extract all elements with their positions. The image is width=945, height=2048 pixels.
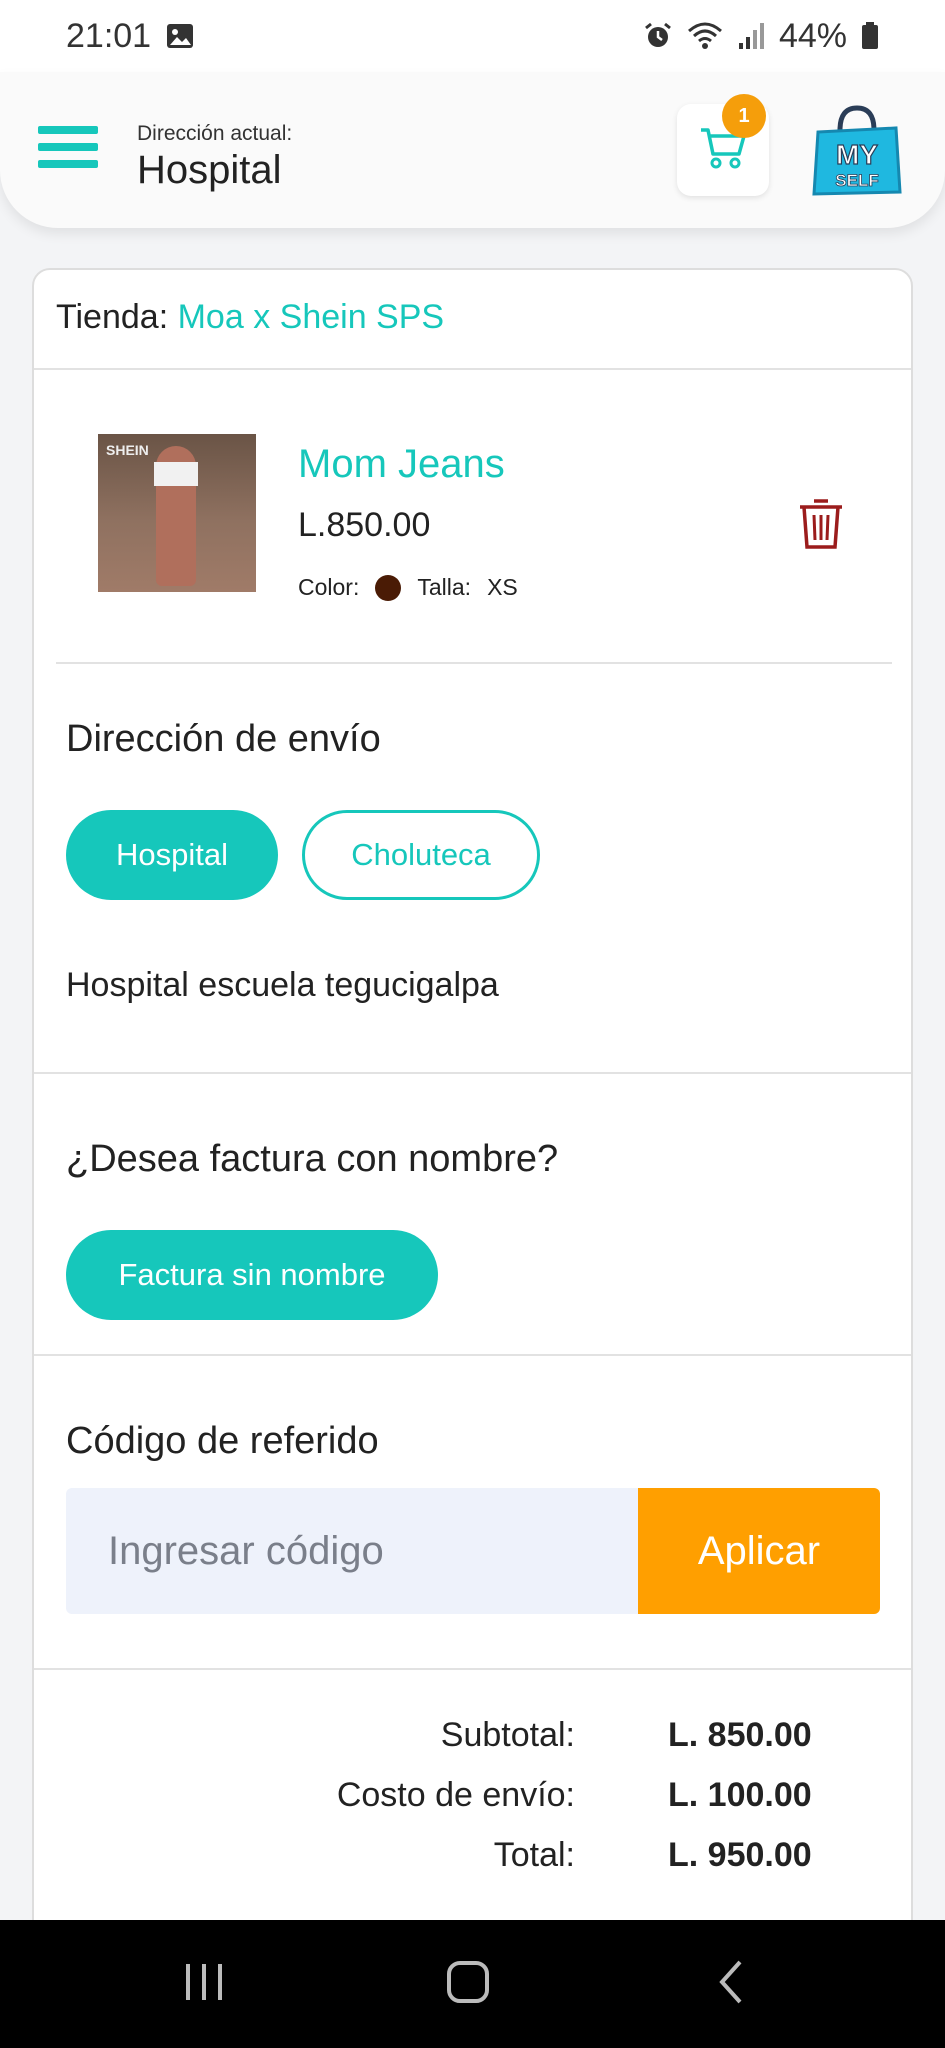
color-swatch — [375, 574, 402, 601]
shipping-cost-row: Costo de envío: L. 100.00 — [34, 1776, 911, 1830]
store-row: Tienda: Moa x Shein SPS — [56, 298, 444, 337]
status-bar: 21:01 44% — [0, 0, 945, 72]
shipping-cost-label: Costo de envío: — [336, 1776, 575, 1814]
status-time: 21:01 — [66, 16, 152, 55]
invoice-title: ¿Desea factura con nombre? — [66, 1138, 559, 1180]
alarm-icon — [643, 21, 673, 51]
product-name[interactable]: Mom Jeans — [298, 442, 505, 487]
divider — [34, 368, 911, 370]
subtotal-row: Subtotal: L. 850.00 — [34, 1716, 911, 1770]
menu-icon[interactable] — [38, 126, 98, 172]
divider — [34, 1668, 911, 1670]
address-chip-hospital[interactable]: Hospital — [66, 810, 278, 900]
back-icon[interactable] — [716, 1958, 746, 2011]
shipping-address-detail: Hospital escuela tegucigalpa — [66, 966, 499, 1004]
system-nav-bar — [0, 1920, 945, 2048]
image-icon — [165, 21, 195, 51]
battery-percent: 44% — [778, 16, 847, 55]
divider — [56, 662, 892, 664]
address-chip-choluteca[interactable]: Choluteca — [302, 810, 540, 900]
total-label: Total: — [493, 1836, 575, 1874]
referral-code-input[interactable] — [66, 1488, 638, 1614]
signal-icon — [737, 21, 765, 51]
divider — [34, 1072, 911, 1074]
total-value: L. 950.00 — [668, 1836, 812, 1874]
subtotal-label: Subtotal: — [440, 1716, 575, 1754]
wifi-icon — [687, 21, 723, 51]
subtotal-value: L. 850.00 — [668, 1716, 812, 1754]
shipping-cost-value: L. 100.00 — [668, 1776, 812, 1814]
divider — [34, 1354, 911, 1356]
color-label: Color: — [298, 574, 360, 600]
total-row: Total: L. 950.00 — [34, 1836, 911, 1890]
svg-text:MY: MY — [836, 139, 878, 170]
invoice-no-name-button[interactable]: Factura sin nombre — [66, 1230, 438, 1320]
home-icon[interactable] — [446, 1960, 490, 2009]
product-image[interactable]: SHEIN — [98, 434, 256, 592]
cart-count-badge: 1 — [722, 94, 766, 138]
product-attributes: Color: Talla: XS — [298, 574, 518, 601]
cart-card: Tienda: Moa x Shein SPS SHEIN Mom Jeans … — [32, 268, 913, 2028]
shipping-title: Dirección de envío — [66, 718, 381, 760]
current-address-value[interactable]: Hospital — [137, 148, 282, 193]
product-price: L.850.00 — [298, 506, 431, 544]
svg-text:SELF: SELF — [835, 171, 878, 190]
trash-icon[interactable] — [798, 496, 844, 555]
referral-title: Código de referido — [66, 1420, 379, 1462]
size-value: XS — [487, 574, 518, 600]
apply-button[interactable]: Aplicar — [638, 1488, 880, 1614]
battery-icon — [861, 21, 879, 51]
size-label: Talla: — [417, 574, 472, 600]
store-label: Tienda: — [56, 298, 169, 336]
app-header: Dirección actual: Hospital 1 MY SELF — [0, 72, 945, 228]
current-address-label: Dirección actual: — [137, 122, 293, 145]
myself-logo[interactable]: MY SELF — [812, 102, 902, 198]
store-name[interactable]: Moa x Shein SPS — [178, 298, 444, 336]
recent-apps-icon[interactable] — [182, 1960, 226, 2009]
